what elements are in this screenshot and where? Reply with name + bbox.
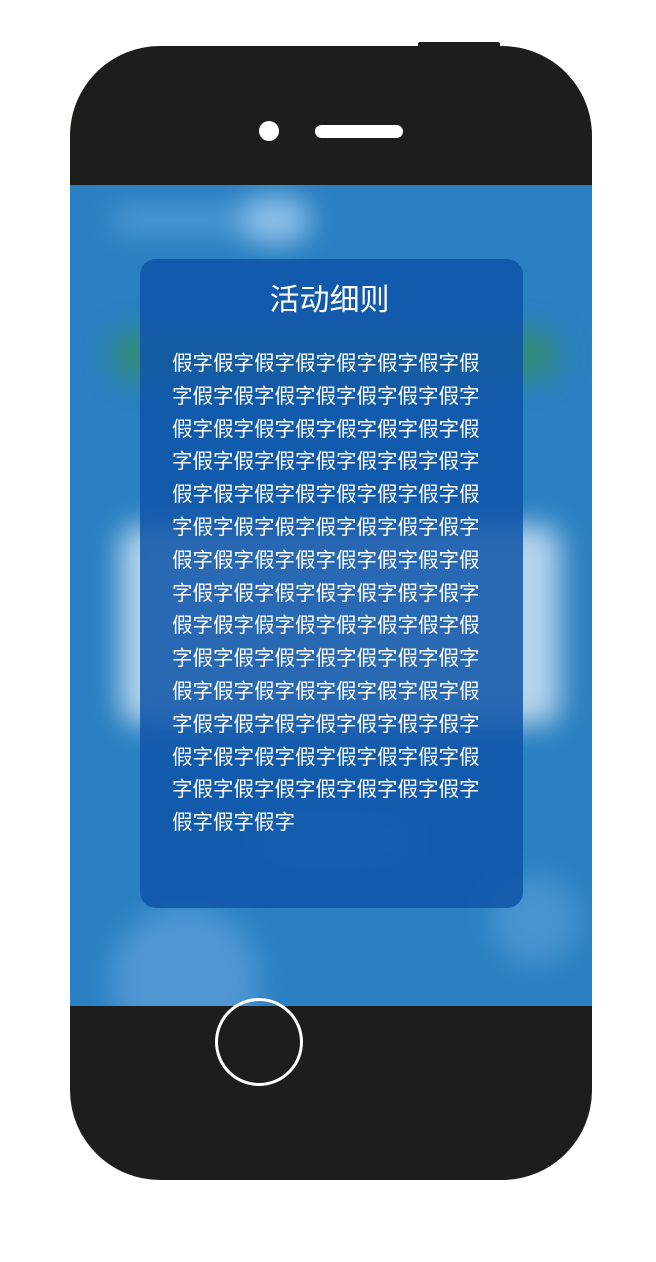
phone-frame: 活动细则 假字假字假字假字假字假字假字假字假字假字假字假字假字假字假字假字假字假… bbox=[70, 46, 592, 1180]
rules-dialog: 活动细则 假字假字假字假字假字假字假字假字假字假字假字假字假字假字假字假字假字假… bbox=[140, 259, 523, 908]
rules-paragraph-1: 假字假字假字假字假字假字假字假字假字假字假字假字假字假字假字假字假字假字假字假字… bbox=[172, 351, 480, 605]
rules-paragraph-2: 假字假字假字假字假字假字假字假字假字假字假字假字假字假字假字假字假字假字假字假字… bbox=[172, 613, 480, 835]
dialog-title: 活动细则 bbox=[269, 283, 390, 318]
home-button[interactable] bbox=[215, 998, 303, 1086]
blurred-background-glow bbox=[240, 195, 310, 245]
phone-screen: 活动细则 假字假字假字假字假字假字假字假字假字假字假字假字假字假字假字假字假字假… bbox=[70, 185, 592, 1006]
front-camera-icon bbox=[259, 121, 279, 141]
blurred-background-circle bbox=[110, 905, 260, 1006]
earpiece-speaker-icon bbox=[315, 125, 403, 138]
